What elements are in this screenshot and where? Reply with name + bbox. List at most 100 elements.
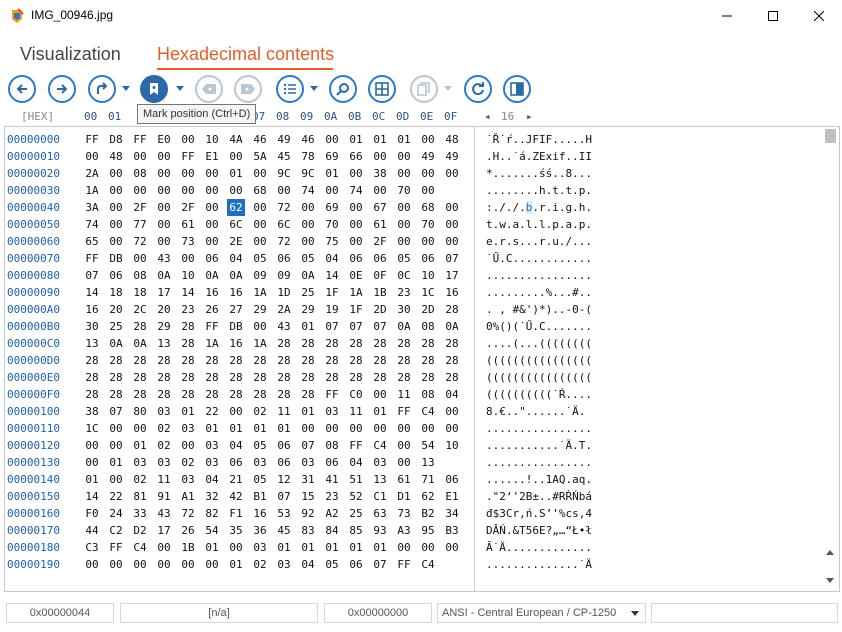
- text-row[interactable]: ((((((((((((((((: [486, 369, 636, 386]
- hex-byte[interactable]: 00: [131, 250, 149, 267]
- hex-byte[interactable]: 17: [155, 284, 173, 301]
- hex-byte[interactable]: 18: [131, 284, 149, 301]
- hex-byte[interactable]: 01: [107, 454, 125, 471]
- hex-byte[interactable]: 28: [83, 369, 101, 386]
- hex-byte[interactable]: 03: [155, 454, 173, 471]
- hex-byte[interactable]: 28: [251, 352, 269, 369]
- hex-byte[interactable]: 28: [131, 352, 149, 369]
- hex-byte[interactable]: 28: [227, 386, 245, 403]
- hex-byte[interactable]: 06: [203, 250, 221, 267]
- redo-button[interactable]: [88, 75, 116, 103]
- hex-byte[interactable]: 9C: [275, 165, 293, 182]
- hex-byte[interactable]: 23: [395, 284, 413, 301]
- hex-byte[interactable]: 28: [299, 369, 317, 386]
- hex-byte[interactable]: 91: [155, 488, 173, 505]
- hex-byte[interactable]: 01: [323, 539, 341, 556]
- hex-byte[interactable]: 6C: [275, 216, 293, 233]
- hex-byte[interactable]: C1: [371, 488, 389, 505]
- hex-byte[interactable]: 07: [107, 403, 125, 420]
- hex-byte[interactable]: 28: [107, 386, 125, 403]
- hex-byte[interactable]: 00: [179, 437, 197, 454]
- hex-byte[interactable]: 14: [179, 284, 197, 301]
- hex-byte[interactable]: 28: [179, 318, 197, 335]
- hex-byte[interactable]: 16: [251, 505, 269, 522]
- hex-byte[interactable]: 48: [443, 131, 461, 148]
- hex-byte[interactable]: 2E: [227, 233, 245, 250]
- text-row[interactable]: ........h.t.t.p.: [486, 182, 636, 199]
- hex-byte[interactable]: 10: [179, 267, 197, 284]
- hex-byte[interactable]: 00: [107, 182, 125, 199]
- hex-byte[interactable]: 23: [179, 301, 197, 318]
- tab-visualization[interactable]: Visualization: [20, 44, 121, 65]
- hex-byte[interactable]: 01: [371, 403, 389, 420]
- hex-byte[interactable]: 01: [131, 437, 149, 454]
- text-row[interactable]: DÂŃ.&T56E?„…“Ł•ł: [486, 522, 636, 539]
- hex-byte[interactable]: 49: [275, 131, 293, 148]
- hex-byte[interactable]: FF: [107, 539, 125, 556]
- hex-byte[interactable]: 28: [203, 369, 221, 386]
- hex-byte[interactable]: 04: [227, 437, 245, 454]
- hex-byte[interactable]: 03: [323, 403, 341, 420]
- text-row[interactable]: ..............˙Ä: [486, 556, 636, 573]
- hex-byte[interactable]: 02: [179, 454, 197, 471]
- hex-byte[interactable]: B2: [419, 505, 437, 522]
- hex-byte[interactable]: C0: [347, 386, 365, 403]
- hex-byte[interactable]: 72: [131, 233, 149, 250]
- hex-byte[interactable]: 49: [443, 148, 461, 165]
- hex-byte[interactable]: 0A: [203, 267, 221, 284]
- hex-byte[interactable]: 14: [323, 267, 341, 284]
- copy-button[interactable]: [410, 75, 438, 103]
- hex-byte[interactable]: 28: [131, 318, 149, 335]
- forward-button[interactable]: [48, 75, 76, 103]
- hex-byte[interactable]: 28: [155, 352, 173, 369]
- hex-byte[interactable]: 07: [443, 250, 461, 267]
- hex-byte[interactable]: 62: [227, 199, 245, 216]
- hex-byte[interactable]: 09: [275, 267, 293, 284]
- hex-byte[interactable]: 28: [443, 301, 461, 318]
- hex-byte[interactable]: 28: [107, 369, 125, 386]
- hex-byte[interactable]: 00: [83, 454, 101, 471]
- hex-byte[interactable]: 78: [299, 148, 317, 165]
- bytes-per-row-decrease-arrow[interactable]: ◂: [484, 110, 491, 123]
- hex-byte[interactable]: 03: [299, 454, 317, 471]
- hex-byte[interactable]: 01: [227, 556, 245, 573]
- hex-byte[interactable]: 00: [395, 420, 413, 437]
- hex-byte[interactable]: 68: [251, 182, 269, 199]
- hex-byte[interactable]: 00: [155, 233, 173, 250]
- hex-byte[interactable]: 00: [83, 148, 101, 165]
- hex-byte[interactable]: 00: [107, 233, 125, 250]
- hex-byte[interactable]: 28: [275, 352, 293, 369]
- hex-byte[interactable]: 13: [371, 471, 389, 488]
- hex-byte[interactable]: 03: [275, 556, 293, 573]
- hex-byte[interactable]: 00: [443, 233, 461, 250]
- hex-view[interactable]: 00000000 00000010 00000020 00000030 00000040…: [4, 126, 840, 592]
- hex-byte[interactable]: 28: [131, 369, 149, 386]
- hex-byte[interactable]: 03: [203, 437, 221, 454]
- panel-button[interactable]: [503, 75, 531, 103]
- hex-byte[interactable]: 06: [107, 267, 125, 284]
- hex-byte[interactable]: 28: [155, 386, 173, 403]
- hex-byte[interactable]: 81: [131, 488, 149, 505]
- hex-byte[interactable]: 74: [299, 182, 317, 199]
- hex-byte[interactable]: 07: [323, 318, 341, 335]
- hex-byte[interactable]: 28: [227, 352, 245, 369]
- hex-byte[interactable]: 28: [155, 369, 173, 386]
- hex-byte[interactable]: 73: [179, 233, 197, 250]
- hex-byte[interactable]: 11: [155, 471, 173, 488]
- text-column[interactable]: ˙Ř˙ŕ..JFIF.....H .H..˙á.ZExif..II *.......…: [486, 131, 636, 573]
- hex-byte[interactable]: 08: [131, 267, 149, 284]
- hex-byte[interactable]: 03: [155, 403, 173, 420]
- hex-byte[interactable]: 00: [155, 148, 173, 165]
- hex-byte[interactable]: 28: [395, 369, 413, 386]
- hex-byte[interactable]: 01: [251, 420, 269, 437]
- hex-byte[interactable]: 28: [395, 352, 413, 369]
- hex-byte[interactable]: 70: [323, 216, 341, 233]
- hex-byte[interactable]: 03: [179, 471, 197, 488]
- hex-byte[interactable]: 1A: [203, 335, 221, 352]
- hex-byte[interactable]: 00: [83, 437, 101, 454]
- hex-byte[interactable]: 15: [299, 488, 317, 505]
- hex-byte[interactable]: 51: [347, 471, 365, 488]
- hex-byte[interactable]: 43: [155, 250, 173, 267]
- mark-position-button[interactable]: [140, 75, 168, 103]
- hex-byte[interactable]: 00: [443, 216, 461, 233]
